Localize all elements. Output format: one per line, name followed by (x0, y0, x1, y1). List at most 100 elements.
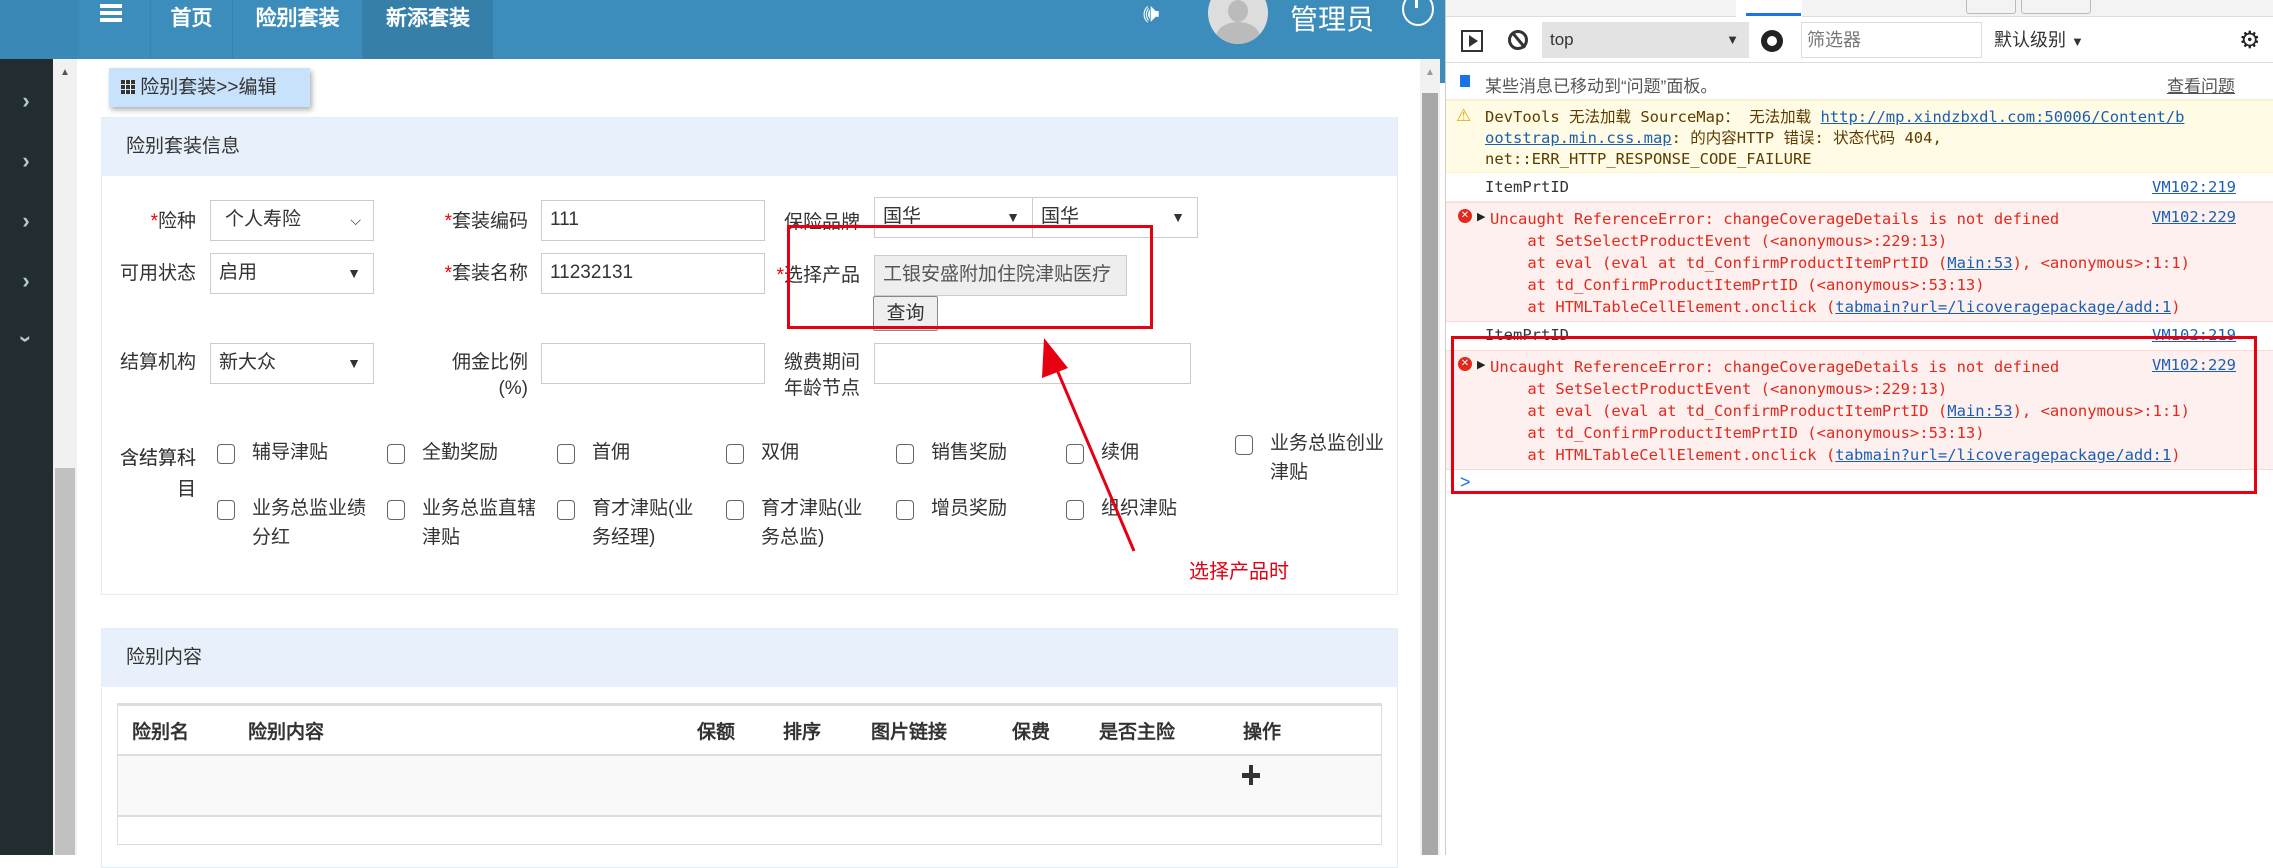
power-icon[interactable] (1402, 0, 1434, 26)
left-scrollbar-thumb[interactable] (55, 468, 75, 855)
commission-input[interactable] (541, 343, 765, 384)
checkbox[interactable] (726, 444, 744, 464)
col-order: 排序 (783, 722, 822, 743)
col-content: 险别内容 (248, 722, 325, 743)
sidebar-toggle-icon[interactable] (1461, 30, 1483, 52)
expand-triangle-icon[interactable]: ▶ (1477, 210, 1485, 223)
col-name: 险别名 (132, 722, 190, 743)
console-error: ✕ ▶ Uncaught ReferenceError: changeCover… (1446, 202, 2273, 322)
checkbox[interactable] (726, 500, 744, 520)
subjects-label: 含结算科目 (119, 448, 196, 500)
clear-console-icon[interactable] (1508, 30, 1528, 50)
checkbox[interactable] (1235, 435, 1253, 455)
error-count-badge[interactable] (1966, 0, 2016, 14)
chevron-down-icon[interactable]: › (14, 327, 39, 351)
devtools-tabbar (1446, 0, 2273, 17)
col-amount: 保额 (697, 722, 736, 743)
main-link[interactable]: Main:53 (1947, 254, 2012, 272)
checkbox-label[interactable]: 双佣 (761, 438, 881, 467)
sourcemap-warning: ⚠ DevTools 无法加载 SourceMap： 无法加载 http://m… (1446, 100, 2273, 173)
caret-down-icon: ▼ (347, 265, 361, 281)
top-navbar: 首页 险别套装 新添套装 🕪 管理员 (0, 0, 1440, 59)
issues-moved-message: 某些消息已移动到“问题”面板。 查看问题 (1446, 64, 2273, 100)
commission-label: 佣金比例 (%) (451, 352, 528, 399)
panel-title: 险别内容 (102, 629, 1397, 687)
context-select[interactable]: top ▼ (1542, 22, 1749, 58)
nav-package[interactable]: 险别套装 (232, 0, 362, 59)
issues-count-badge[interactable] (2021, 0, 2091, 14)
speaker-icon[interactable]: 🕪 (1143, 0, 1177, 30)
insurance-type-label: *险种 (150, 211, 196, 232)
age-node-label: 缴费期间 年龄节点 (783, 352, 860, 399)
checkbox[interactable] (557, 444, 575, 464)
sidebar: › › › › › (0, 59, 53, 855)
panel-title: 险别套装信息 (102, 118, 1397, 176)
col-main: 是否主险 (1099, 722, 1176, 743)
gear-icon[interactable]: ⚙ (2239, 26, 2261, 55)
log-level-select[interactable]: 默认级别 ▼ (1994, 22, 2084, 60)
checkbox[interactable] (387, 500, 405, 520)
settlement-org-label: 结算机构 (119, 352, 196, 373)
sourcemap-link[interactable]: http://mp.xindzbxdl.com:50006/Content/b (1820, 108, 2184, 126)
chevron-down-icon: ⌵ (350, 212, 361, 228)
page-scrollbar-thumb[interactable] (1422, 93, 1438, 855)
status-select[interactable]: 启用 ▼ (210, 253, 374, 294)
package-name-input[interactable]: 11232131 (541, 253, 765, 294)
devtools-panel: top ▼ 筛选器 默认级别 ▼ ⚙ 某些消息已移动到“问题”面板。 查看问题 ⚠… (1445, 0, 2273, 855)
checkbox[interactable] (557, 500, 575, 520)
eye-icon[interactable] (1761, 30, 1783, 52)
breadcrumb: 险别套装>>编辑 (109, 68, 310, 107)
tabmain-link[interactable]: tabmain?url=/licoveragepackage/add:1 (1835, 298, 2171, 316)
chevron-right-icon[interactable]: › (14, 149, 38, 173)
annotation-box (787, 225, 1153, 329)
view-issues-link[interactable]: 查看问题 (2167, 72, 2235, 97)
caret-down-icon: ▼ (347, 355, 361, 371)
checkbox[interactable] (217, 500, 235, 520)
source-link[interactable]: VM102:219 (2152, 178, 2236, 196)
console-toolbar: top ▼ 筛选器 默认级别 ▼ ⚙ (1446, 18, 2273, 63)
package-code-label: *套装编码 (444, 211, 528, 232)
col-action: 操作 (1243, 722, 1282, 743)
checkbox-label[interactable]: 首佣 (592, 438, 712, 467)
checkbox-label[interactable]: 育才津贴(业务经理) (592, 494, 712, 552)
checkbox[interactable] (217, 444, 235, 464)
checkbox-label[interactable]: 业务总监创业津贴 (1270, 429, 1390, 487)
avatar[interactable] (1208, 0, 1268, 44)
settlement-org-select[interactable]: 新大众 ▼ (210, 343, 374, 384)
sourcemap-link-cont[interactable]: ootstrap.min.css.map (1485, 129, 1672, 147)
chevron-right-icon[interactable]: › (14, 209, 38, 233)
console-log: ItemPrtID VM102:219 (1446, 173, 2273, 202)
plus-icon[interactable] (1241, 765, 1261, 785)
info-text: 某些消息已移动到“问题”面板。 (1485, 77, 1718, 96)
package-name-label: *套装名称 (444, 263, 528, 284)
checkbox-label[interactable]: 辅导津贴 (252, 438, 372, 467)
grid-icon (121, 80, 135, 94)
annotation-box (1451, 336, 2257, 494)
checkbox-label[interactable]: 业务总监直辖津贴 (422, 494, 542, 552)
nav-new-package[interactable]: 新添套装 (362, 0, 493, 59)
filter-input[interactable]: 筛选器 (1801, 22, 1982, 58)
checkbox[interactable] (387, 444, 405, 464)
chevron-right-icon[interactable]: › (14, 269, 38, 293)
chevron-right-icon[interactable]: › (14, 89, 38, 113)
menu-icon[interactable] (100, 4, 122, 22)
annotation-arrow (1042, 338, 1136, 552)
col-image-link: 图片链接 (871, 722, 948, 743)
user-name[interactable]: 管理员 (1290, 0, 1374, 38)
checkbox[interactable] (896, 444, 914, 464)
error-icon: ✕ (1458, 209, 1472, 223)
logo-area (0, 0, 78, 59)
breadcrumb-text: 险别套装>>编辑 (140, 77, 277, 98)
nav-home[interactable]: 首页 (150, 0, 232, 59)
checkbox-label[interactable]: 业务总监业绩分红 (252, 494, 372, 552)
checkbox-label[interactable]: 全勤奖励 (422, 438, 542, 467)
package-code-input[interactable]: 111 (541, 200, 765, 241)
insurance-type-select[interactable]: 个人寿险 ⌵ (210, 200, 374, 241)
source-link[interactable]: VM102:229 (2152, 208, 2236, 226)
col-premium: 保费 (1012, 722, 1051, 743)
checkbox[interactable] (896, 500, 914, 520)
table-row (118, 756, 1381, 817)
info-icon (1460, 75, 1470, 87)
active-tab-indicator (1746, 13, 1801, 16)
checkbox-label[interactable]: 育才津贴(业务总监) (761, 494, 881, 552)
